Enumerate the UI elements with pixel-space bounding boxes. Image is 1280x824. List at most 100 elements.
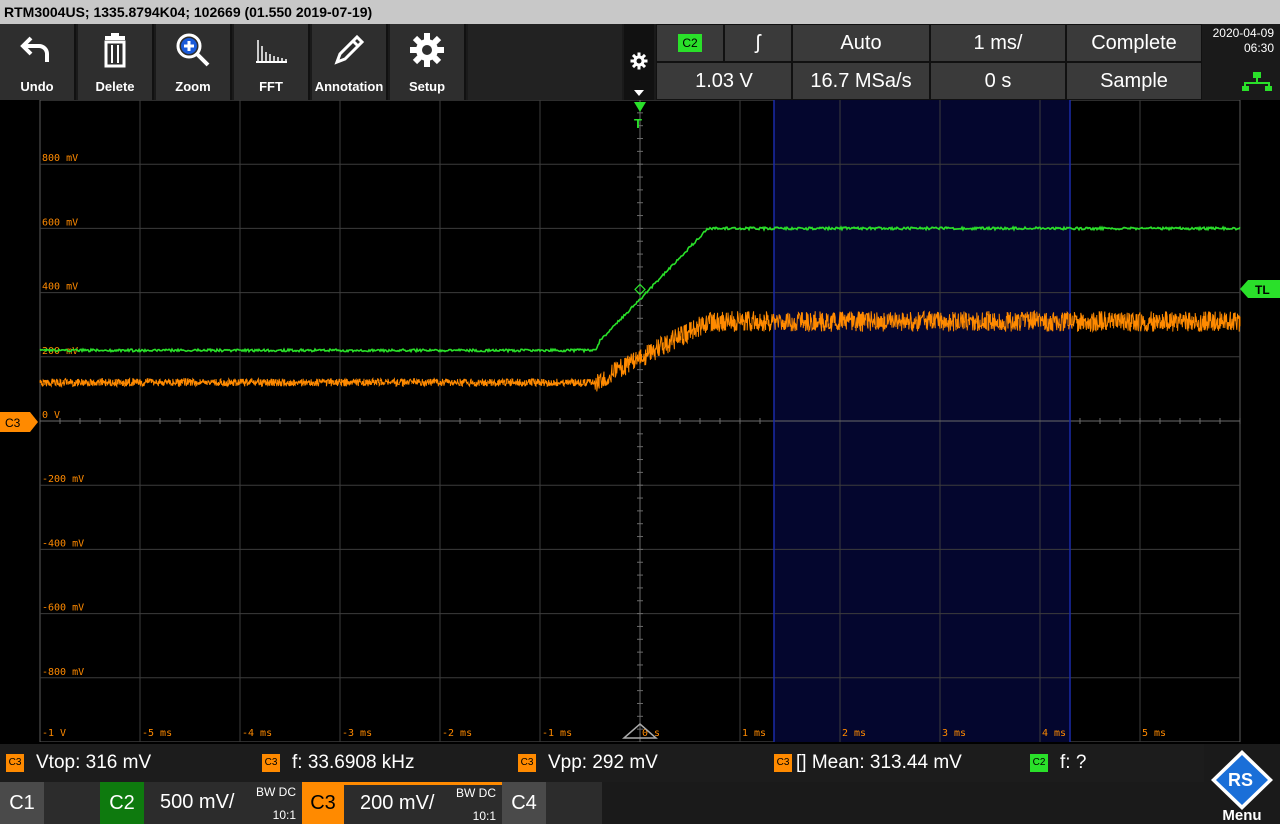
menu-button[interactable]: RS Menu — [1204, 744, 1280, 824]
trigger-source-badge: C2 — [678, 34, 701, 52]
measurement-2-source: C3 — [262, 754, 280, 772]
channel-bar: C1 C2 500 mV/ BW DC 10:1 C3 200 mV/ BW D… — [0, 782, 1280, 824]
horizontal-position: 0 s — [985, 70, 1012, 93]
sample-rate-cell[interactable]: 16.7 MSa/s — [792, 62, 930, 100]
channel-2-probe: 10:1 — [273, 808, 296, 822]
x-axis-label: 5 ms — [1142, 728, 1166, 739]
channel-3-marker-label: C3 — [5, 416, 21, 430]
channel-3-info[interactable]: 200 mV/ BW DC 10:1 — [344, 782, 502, 824]
channel-4-button[interactable]: C4 — [502, 782, 546, 824]
measurement-3[interactable]: C3 Vpp: 292 mV — [518, 752, 658, 774]
measurement-5[interactable]: C2 f: ? — [1030, 752, 1086, 774]
network-icon — [1242, 72, 1272, 92]
channel-1-info[interactable] — [44, 782, 100, 824]
measurement-4[interactable]: C3 [] Mean: 313.44 mV — [774, 752, 962, 774]
measurement-4-source: C3 — [774, 754, 792, 772]
trigger-slope-cell[interactable]: ʃ — [724, 24, 792, 62]
fft-spectrum-icon — [253, 32, 289, 68]
acq-state-cell[interactable]: Complete — [1066, 24, 1202, 62]
x-axis-label: 2 ms — [842, 728, 866, 739]
menu-label: Menu — [1204, 807, 1280, 824]
channel-3-label: C3 — [310, 792, 336, 815]
trigger-mode-cell[interactable]: Auto — [792, 24, 930, 62]
y-axis-label: 400 mV — [42, 282, 78, 293]
trigger-position-marker[interactable]: T — [634, 102, 646, 131]
zoom-button[interactable]: Zoom — [156, 24, 232, 100]
time-text: 06:30 — [1204, 41, 1274, 56]
x-axis-label: -4 ms — [242, 728, 272, 739]
undo-label: Undo — [0, 79, 74, 94]
trigger-settings-column[interactable] — [624, 24, 654, 100]
annotation-label: Annotation — [312, 79, 386, 94]
channel-3-button[interactable]: C3 — [302, 782, 344, 824]
delete-button[interactable]: Delete — [78, 24, 154, 100]
channel-3-probe: 10:1 — [473, 809, 496, 823]
x-axis-label: 3 ms — [942, 728, 966, 739]
measurement-1-text: Vtop: 316 mV — [36, 752, 151, 774]
pencil-icon — [331, 32, 367, 68]
datetime-box: 2020-04-09 06:30 — [1204, 24, 1280, 100]
gear-icon — [409, 32, 445, 68]
measurement-4-text: [] Mean: 313.44 mV — [796, 752, 962, 774]
y-axis-label: 600 mV — [42, 217, 78, 228]
sample-rate: 16.7 MSa/s — [810, 70, 911, 93]
measurement-1[interactable]: C3 Vtop: 316 mV — [6, 752, 151, 774]
channel-3-offset-marker[interactable]: C3 — [0, 412, 38, 432]
y-axis-label: -400 mV — [42, 538, 84, 549]
undo-arrow-icon — [19, 32, 55, 68]
trigger-level-marker[interactable]: TL — [1240, 280, 1280, 298]
undo-button[interactable]: Undo — [0, 24, 76, 100]
x-axis-label: 1 ms — [742, 728, 766, 739]
dropdown-triangle-icon — [634, 90, 644, 96]
y-axis-label: 200 mV — [42, 346, 78, 357]
trigger-level-cell[interactable]: 1.03 V — [656, 62, 792, 100]
setup-label: Setup — [390, 79, 464, 94]
channel-4-info[interactable] — [546, 782, 602, 824]
rs-logo-icon: RS — [1209, 748, 1275, 810]
acq-mode: Sample — [1100, 70, 1168, 93]
rs-logo-text: RS — [1228, 770, 1253, 790]
small-gear-icon — [630, 52, 648, 70]
trigger-level-marker-label: TL — [1255, 283, 1270, 297]
channel-3-scale: 200 mV/ — [360, 792, 434, 815]
channel-2-label: C2 — [109, 792, 135, 815]
instrument-title-bar: RTM3004US; 1335.8794K04; 102669 (01.550 … — [0, 0, 1280, 24]
fft-label: FFT — [234, 79, 308, 94]
horizontal-position-cell[interactable]: 0 s — [930, 62, 1066, 100]
channel-2-button[interactable]: C2 — [100, 782, 144, 824]
measurement-3-source: C3 — [518, 754, 536, 772]
y-axis-labels: 800 mV600 mV400 mV200 mV0 V-200 mV-400 m… — [42, 153, 84, 739]
trigger-position-label: T — [634, 116, 642, 131]
x-axis-label: -2 ms — [442, 728, 472, 739]
timebase-value: 1 ms/ — [974, 32, 1023, 55]
measurement-5-source: C2 — [1030, 754, 1048, 772]
channel-1-button[interactable]: C1 — [0, 782, 44, 824]
measurement-2[interactable]: C3 f: 33.6908 kHz — [262, 752, 415, 774]
x-axis-label: 4 ms — [1042, 728, 1066, 739]
channel-3-bandwidth: BW DC — [456, 786, 496, 800]
y-axis-label: -1 V — [42, 728, 66, 739]
y-axis-label: 800 mV — [42, 153, 78, 164]
setup-button[interactable]: Setup — [390, 24, 466, 100]
fft-button[interactable]: FFT — [234, 24, 310, 100]
magnifier-plus-icon — [175, 32, 211, 68]
zoom-label: Zoom — [156, 79, 230, 94]
x-axis-label: -1 ms — [542, 728, 572, 739]
toolbar-spacer — [468, 24, 622, 100]
measurement-3-text: Vpp: 292 mV — [548, 752, 658, 774]
measurement-bar: C3 Vtop: 316 mV C3 f: 33.6908 kHz C3 Vpp… — [0, 744, 1280, 782]
trash-icon — [97, 32, 133, 68]
annotation-button[interactable]: Annotation — [312, 24, 388, 100]
y-axis-label: -800 mV — [42, 667, 84, 678]
y-axis-label: -600 mV — [42, 603, 84, 614]
channel-2-scale: 500 mV/ — [160, 791, 234, 814]
acq-mode-cell[interactable]: Sample — [1066, 62, 1202, 100]
waveform-display[interactable]: 800 mV600 mV400 mV200 mV0 V-200 mV-400 m… — [0, 100, 1280, 742]
timebase-cell[interactable]: 1 ms/ — [930, 24, 1066, 62]
measurement-1-source: C3 — [6, 754, 24, 772]
rising-edge-icon: ʃ — [756, 32, 760, 55]
trigger-source-cell[interactable]: C2 — [656, 24, 724, 62]
channel-1-label: C1 — [9, 792, 35, 815]
delete-label: Delete — [78, 79, 152, 94]
channel-2-info[interactable]: 500 mV/ BW DC 10:1 — [144, 782, 302, 824]
